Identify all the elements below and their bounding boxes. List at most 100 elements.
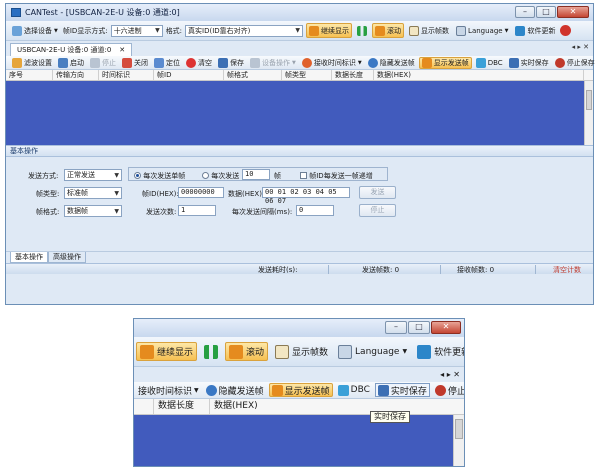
message-grid[interactable]	[6, 81, 593, 145]
dbc-button[interactable]: DBC	[474, 57, 505, 69]
close-window-button[interactable]: ✕	[557, 6, 589, 18]
locate-button[interactable]: 定位	[152, 57, 182, 69]
clear-count-button[interactable]: 清空计数	[553, 265, 581, 275]
scrollbar-thumb[interactable]	[586, 90, 592, 110]
grid-scrollbar[interactable]	[584, 81, 593, 145]
send-mode-select[interactable]: 正常发送 ▼	[64, 169, 122, 181]
realtime-save-button[interactable]: 实时保存	[374, 383, 430, 397]
start-label: 启动	[70, 58, 84, 67]
col-index[interactable]: 序号	[6, 70, 53, 80]
start-button[interactable]: 启动	[56, 57, 86, 69]
pause-button[interactable]	[201, 342, 221, 361]
language-icon	[456, 25, 467, 36]
minimize-button[interactable]: –	[515, 6, 535, 18]
format-select[interactable]: 真实ID(ID靠右对齐) ▼	[185, 24, 304, 37]
scrollbar-thumb[interactable]	[455, 419, 463, 439]
show-send-frames-button[interactable]: 显示发送帧	[268, 383, 333, 397]
maximize-button[interactable]: □	[408, 321, 430, 334]
scroll-button[interactable]: 滚动	[372, 23, 405, 38]
show-frame-count-button[interactable]: 显示帧数	[407, 23, 451, 38]
data-hex-input[interactable]: 00 01 02 03 04 05 06 07	[262, 187, 350, 205]
tab-basic-ops[interactable]: 基本操作	[10, 252, 48, 263]
frame-id-increment-checkbox[interactable]: 帧ID每发送一帧递增	[300, 171, 373, 181]
clear-button[interactable]: 清空	[184, 57, 214, 69]
send-count-input[interactable]: 1	[178, 205, 216, 216]
window-title: CANTest - [USBCAN-2E-U 设备:0 通道:0]	[25, 8, 180, 17]
notepad-icon	[409, 25, 420, 36]
frame-format-select[interactable]: 数据帧 ▼	[64, 205, 122, 217]
col-data-hex[interactable]: 数据(HEX)	[210, 399, 456, 414]
show-frame-count-button[interactable]: 显示帧数	[272, 342, 331, 361]
zoom-message-grid[interactable]	[134, 415, 464, 466]
tab-close-icon[interactable]: ✕	[119, 46, 125, 54]
col-frame-format[interactable]: 帧格式	[224, 70, 282, 80]
hide-send-frames-button[interactable]: 隐藏发送帧	[204, 383, 266, 397]
dbc-button[interactable]: DBC	[336, 383, 372, 397]
chevron-down-icon: ▼	[357, 59, 362, 66]
tab-advanced-ops[interactable]: 高级操作	[48, 252, 86, 263]
software-update-button[interactable]: 软件更新	[513, 23, 557, 38]
format-value: 真实ID(ID靠右对齐)	[188, 26, 251, 35]
stop-save-button[interactable]: 停止保存	[553, 57, 597, 69]
frame-id-input[interactable]: 00000000	[178, 187, 224, 198]
continue-display-button[interactable]: 继续显示	[306, 23, 353, 38]
col-data-length[interactable]: 数据长度	[332, 70, 374, 80]
send-button[interactable]: 发送	[359, 186, 396, 199]
filter-settings-label: 滤波设置	[24, 58, 52, 67]
multi-frame-count-input[interactable]: 10	[242, 169, 270, 180]
send-interval-input[interactable]: 0	[296, 205, 334, 216]
stop-send-button[interactable]: 停止	[359, 204, 396, 217]
main-toolbar: 选择设备 ▼ 帧ID显示方式: 十六进制 ▼ 格式: 真实ID(ID靠右对齐) ▼ …	[6, 21, 593, 41]
col-direction[interactable]: 传输方向	[53, 70, 99, 80]
multi-frame-radio[interactable]: 每次发送	[202, 171, 239, 181]
frame-id-mode-value: 十六进制	[113, 26, 142, 35]
minimize-button[interactable]: –	[385, 321, 407, 334]
update-icon	[417, 344, 432, 359]
hide-icon	[367, 57, 378, 68]
stop-save-icon	[554, 57, 565, 68]
stop-button[interactable]: 停止	[88, 57, 118, 69]
continue-display-button[interactable]: 继续显示	[136, 342, 198, 361]
tab-nav-icon[interactable]: ◂ ▸ ✕	[440, 370, 460, 379]
close-window-button[interactable]: ✕	[431, 321, 461, 334]
frame-type-select[interactable]: 标准帧 ▼	[64, 187, 122, 199]
clear-label: 清空	[198, 58, 212, 67]
col-frame-id[interactable]: 帧ID	[154, 70, 224, 80]
tab-usbcan-channel[interactable]: USBCAN-2E-U 设备:0 通道:0 ✕	[10, 43, 133, 56]
save-button[interactable]: 保存	[216, 57, 246, 69]
scroll-button[interactable]: 滚动	[225, 342, 269, 361]
recv-time-mark-menu[interactable]: 接收时间标识 ▼	[136, 383, 201, 397]
grid-scrollbar[interactable]	[453, 415, 464, 466]
col-timestamp[interactable]: 时间标识	[99, 70, 154, 80]
maximize-button[interactable]: □	[536, 6, 556, 18]
device-icon	[12, 25, 22, 36]
col-data-length[interactable]: 数据长度	[154, 399, 210, 414]
single-frame-radio[interactable]: 每次发送单帧	[134, 171, 185, 181]
recv-time-mark-menu[interactable]: 接收时间标识 ▼	[300, 57, 364, 69]
software-update-button[interactable]: 软件更新	[414, 342, 464, 361]
pause-icon	[204, 344, 219, 359]
tab-nav-icon[interactable]: ◂ ▸ ✕	[572, 43, 589, 51]
device-ops-menu[interactable]: 设备操作 ▼	[248, 57, 298, 69]
stop-save-button[interactable]: 停止保存	[433, 383, 464, 397]
frame-id-label: 帧ID(HEX):	[142, 190, 179, 198]
send-count-label: 发送次数:	[146, 208, 177, 216]
col-frame-type[interactable]	[134, 399, 154, 414]
col-data-hex[interactable]: 数据(HEX)	[374, 70, 584, 80]
message-grid-header: 序号 传输方向 时间标识 帧ID 帧格式 帧类型 数据长度 数据(HEX)	[6, 70, 593, 81]
col-frame-type[interactable]: 帧类型	[282, 70, 332, 80]
zoomed-toolbar-view: – □ ✕ 继续显示 滚动 显示帧数 Language ▼ 软件更新	[133, 318, 465, 467]
language-menu[interactable]: Language ▼	[335, 342, 410, 361]
frame-id-mode-select[interactable]: 十六进制 ▼	[110, 24, 163, 37]
close-device-button[interactable]: 关闭	[120, 57, 150, 69]
realtime-save-label: 实时保存	[520, 58, 549, 67]
hide-send-frames-button[interactable]: 隐藏发送帧	[366, 57, 417, 69]
language-menu[interactable]: Language ▼	[454, 23, 510, 38]
select-device-button[interactable]: 选择设备 ▼	[10, 23, 60, 38]
scroll-label: 滚动	[246, 348, 265, 358]
show-send-frames-button[interactable]: 显示发送帧	[418, 56, 472, 69]
software-update-label: 软件更新	[434, 348, 464, 358]
filter-settings-button[interactable]: 滤波设置	[10, 57, 54, 69]
realtime-save-button[interactable]: 实时保存	[507, 57, 551, 69]
pause-button[interactable]	[355, 23, 369, 38]
